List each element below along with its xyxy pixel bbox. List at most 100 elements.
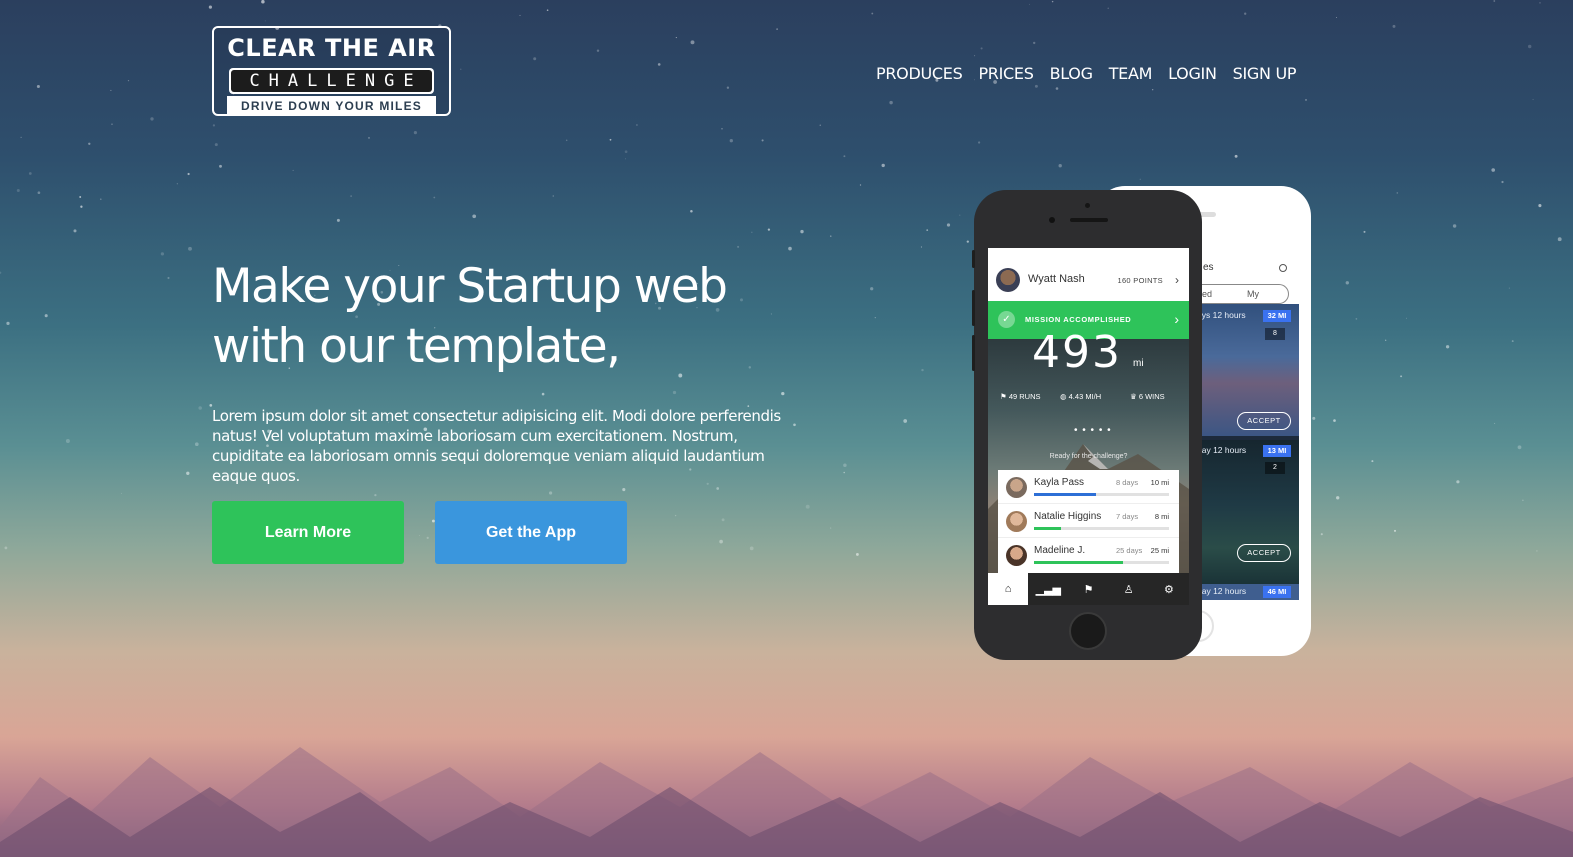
star: [1051, 0, 1054, 3]
star: [800, 229, 804, 234]
star: [737, 245, 740, 248]
avatar: [1006, 545, 1027, 566]
star: [859, 184, 862, 186]
leader-days: 25 days: [1116, 546, 1143, 555]
star: [127, 79, 130, 82]
star: [552, 195, 554, 197]
logo[interactable]: CLEAR THE AIR CHALLENGE DRIVE DOWN YOUR …: [212, 26, 451, 116]
star: [187, 172, 190, 176]
star: [609, 138, 612, 141]
challenge-card: day 12 hours 13 MI 2 ACCEPT: [1195, 440, 1299, 584]
user-name: Wyatt Nash: [1028, 273, 1085, 285]
star: [1055, 87, 1059, 90]
challenge-card: ays 12 hours 32 MI 8 ACCEPT: [1195, 304, 1299, 436]
leader-miles: 10 mi: [1150, 478, 1169, 487]
star: [214, 143, 218, 147]
star: [1511, 340, 1514, 343]
nav-produces[interactable]: PRODUCES: [876, 64, 963, 83]
star: [460, 68, 462, 70]
star: [889, 100, 893, 105]
star: [100, 198, 102, 200]
segment-control: red My: [1195, 284, 1289, 304]
star: [261, 0, 265, 4]
distance-unit: mi: [1133, 358, 1144, 369]
star: [1392, 24, 1396, 28]
star: [819, 124, 821, 126]
star: [920, 246, 922, 248]
star: [767, 228, 771, 231]
star: [186, 471, 190, 475]
nav-login[interactable]: LOGIN: [1168, 64, 1217, 83]
hero-title: Make your Startup web with our template,: [212, 259, 728, 374]
star: [426, 536, 429, 540]
participants-count: 8: [1265, 328, 1285, 340]
star: [1139, 178, 1141, 180]
search-icon: [1279, 264, 1287, 272]
star: [1363, 230, 1366, 233]
participants-count: 2: [1265, 462, 1285, 474]
phone-volume-up: [972, 290, 975, 326]
star: [36, 84, 40, 89]
app-tab-bar: ⌂ ▁▃▅ ⚑ ♙ ⚙: [988, 573, 1189, 605]
logo-challenge-text: CHALLENGE: [231, 70, 432, 92]
star: [751, 231, 753, 233]
accept-button: ACCEPT: [1237, 412, 1291, 430]
star: [28, 172, 32, 175]
star: [1536, 550, 1538, 552]
star: [855, 552, 859, 556]
list-item: Natalie Higgins 7 days 8 mi: [998, 504, 1179, 538]
star: [843, 471, 845, 474]
star: [111, 123, 113, 125]
nav-blog[interactable]: BLOG: [1050, 64, 1093, 83]
star: [843, 155, 846, 158]
star: [1305, 98, 1307, 101]
star: [959, 214, 961, 216]
star: [1452, 224, 1457, 228]
star: [980, 47, 983, 50]
star: [874, 317, 876, 319]
star: [1371, 460, 1374, 463]
challenge-duration: ays 12 hours: [1197, 310, 1246, 320]
nav-prices[interactable]: PRICES: [978, 64, 1033, 83]
challenge-card: day 12 hours 46 MI: [1195, 584, 1299, 600]
star: [870, 287, 874, 291]
get-the-app-button[interactable]: Get the App: [435, 501, 627, 564]
leaderboard-list: Kayla Pass 8 days 10 mi Natalie Higgins …: [998, 470, 1179, 573]
star: [903, 419, 908, 423]
star: [198, 406, 202, 410]
phone-front-screen: Wyatt Nash 160 POINTS › ✓ MISSION ACCOMP…: [988, 248, 1189, 605]
star: [1355, 318, 1358, 320]
star: [212, 124, 216, 127]
star: [721, 518, 725, 522]
logo-tagline: DRIVE DOWN YOUR MILES: [227, 96, 436, 116]
star: [1396, 192, 1399, 194]
star: [1312, 416, 1316, 420]
logo-title: CLEAR THE AIR: [227, 34, 436, 62]
star: [721, 128, 723, 130]
star: [368, 136, 370, 139]
nav-team[interactable]: TEAM: [1109, 64, 1153, 83]
star: [1107, 7, 1109, 9]
star: [966, 240, 969, 243]
star: [1522, 499, 1524, 502]
stat-speed: ◍ 4.43 MI/H: [1060, 392, 1102, 401]
star: [419, 535, 420, 537]
star: [675, 37, 677, 39]
star: [674, 514, 677, 517]
star: [1034, 84, 1038, 88]
star: [1557, 237, 1562, 242]
star: [88, 142, 91, 145]
star: [1234, 154, 1238, 158]
star: [1152, 89, 1154, 91]
challenge-duration: day 12 hours: [1197, 586, 1247, 596]
home-icon: ⌂: [988, 573, 1029, 605]
nav-sign-up[interactable]: SIGN UP: [1233, 64, 1297, 83]
phone-sensor: [1085, 203, 1090, 208]
stat-runs-label: 49 RUNS: [1008, 392, 1041, 401]
star: [374, 493, 377, 497]
star: [188, 246, 192, 251]
star: [541, 392, 545, 396]
leader-days: 7 days: [1116, 512, 1139, 521]
learn-more-button[interactable]: Learn More: [212, 501, 404, 564]
hero-description: Lorem ipsum dolor sit amet consectetur a…: [212, 407, 781, 485]
